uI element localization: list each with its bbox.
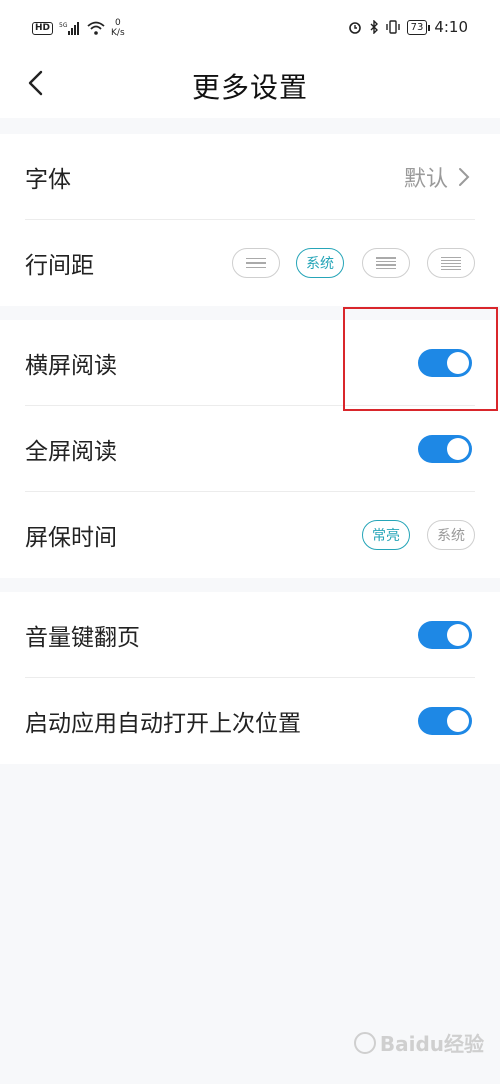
line-spacing-narrow-option[interactable] — [427, 248, 475, 278]
clock: 4:10 — [434, 18, 468, 36]
fullscreen-reading-label: 全屏阅读 — [25, 439, 117, 465]
font-label: 字体 — [25, 167, 71, 193]
volume-key-label: 音量键翻页 — [25, 625, 140, 651]
header: 更多设置 — [0, 58, 500, 118]
hd-badge: HD — [32, 21, 54, 35]
chevron-right-icon — [459, 168, 470, 186]
wifi-icon — [87, 21, 105, 35]
toggle-knob — [447, 710, 469, 732]
screensaver-system-option[interactable]: 系统 — [427, 520, 475, 550]
line-spacing-wide-icon — [246, 257, 266, 269]
bluetooth-icon — [370, 20, 378, 34]
fullscreen-reading-row: 全屏阅读 — [0, 406, 500, 492]
screensaver-always-on-option[interactable]: 常亮 — [362, 520, 410, 550]
status-bar: HD 5G 0 K/s 73 4:10 — [0, 0, 500, 58]
vibrate-icon — [385, 20, 400, 34]
resume-position-row: 启动应用自动打开上次位置 — [0, 678, 500, 764]
status-left: HD 5G 0 K/s — [32, 18, 125, 38]
fullscreen-reading-toggle[interactable] — [418, 435, 472, 463]
screensaver-system-label: 系统 — [437, 528, 465, 544]
toggle-knob — [447, 624, 469, 646]
line-spacing-medium-icon — [376, 257, 396, 269]
battery-indicator: 73 — [406, 19, 431, 35]
line-spacing-label: 行间距 — [25, 253, 94, 279]
signal-icon: 5G — [59, 22, 80, 35]
volume-key-toggle[interactable] — [418, 621, 472, 649]
line-spacing-medium-option[interactable] — [362, 248, 410, 278]
font-value: 默认 — [403, 167, 448, 192]
line-spacing-narrow-icon — [441, 256, 461, 270]
screensaver-label: 屏保时间 — [25, 525, 117, 551]
screensaver-always-on-label: 常亮 — [372, 528, 400, 544]
page-title: 更多设置 — [191, 71, 308, 104]
settings-group-misc: 音量键翻页 启动应用自动打开上次位置 — [0, 592, 500, 764]
paw-icon — [353, 1031, 376, 1054]
font-row[interactable]: 字体 默认 — [0, 134, 500, 220]
net-speed-value: 0 — [114, 18, 121, 28]
svg-text:5G: 5G — [59, 22, 68, 29]
watermark-text: Baidu经验 — [379, 1032, 484, 1056]
highlight-box — [343, 307, 498, 411]
alarm-icon — [348, 22, 361, 34]
resume-position-toggle[interactable] — [418, 707, 472, 735]
volume-key-row: 音量键翻页 — [0, 592, 500, 678]
line-spacing-wide-option[interactable] — [232, 248, 280, 278]
net-speed: 0 K/s — [111, 18, 125, 38]
watermark: Baidu经验 — [353, 1028, 484, 1057]
status-right: 73 4:10 — [348, 18, 468, 36]
landscape-reading-label: 横屏阅读 — [25, 353, 117, 379]
resume-position-label: 启动应用自动打开上次位置 — [25, 711, 301, 737]
toggle-knob — [447, 438, 469, 460]
net-speed-unit: K/s — [111, 28, 125, 38]
line-spacing-system-option[interactable]: 系统 — [296, 248, 344, 278]
settings-group-display: 字体 默认 行间距 系统 — [0, 134, 500, 306]
line-spacing-row: 行间距 系统 — [0, 220, 500, 306]
line-spacing-system-label: 系统 — [306, 256, 334, 272]
screensaver-row: 屏保时间 常亮 系统 — [0, 492, 500, 578]
